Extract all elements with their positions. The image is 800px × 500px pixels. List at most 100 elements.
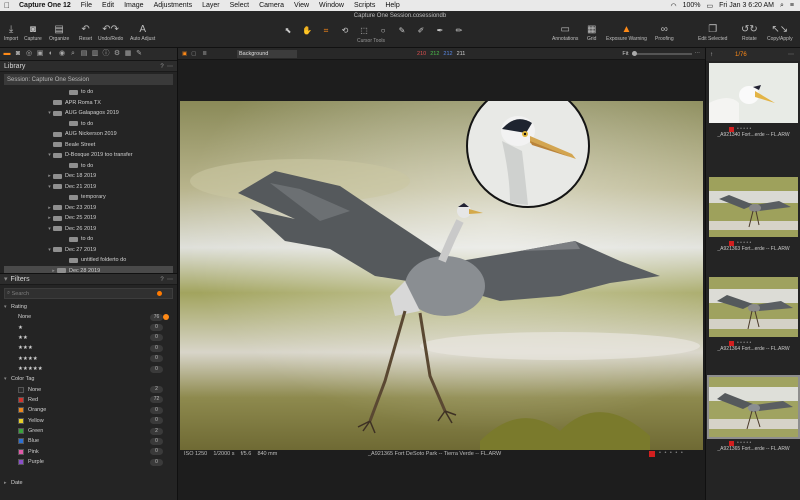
rating-collapse-icon[interactable]: ▾ xyxy=(4,304,11,310)
folder-item[interactable]: temporary xyxy=(0,192,177,203)
picker-tool-icon[interactable]: ✒ xyxy=(432,25,448,37)
rating-filter-row[interactable]: ★★ 0 xyxy=(0,333,177,343)
folder-item[interactable]: ▸ Dec 28 2019 xyxy=(4,265,173,273)
output-tab-icon[interactable]: ⚙ xyxy=(113,50,121,58)
disclosure-arrow-icon[interactable]: ▾ xyxy=(46,247,53,253)
colortag-filter-row[interactable]: Purple 0 xyxy=(0,457,177,467)
search-clear-icon[interactable] xyxy=(157,291,162,296)
zoom-fit-label[interactable]: Fit xyxy=(622,51,628,57)
folder-item[interactable]: ▾ AUG Galapagos 2019 xyxy=(0,108,177,119)
rating-filter-row[interactable]: None 76 xyxy=(0,312,177,322)
zoom-options-icon[interactable]: ⋯ xyxy=(695,51,701,57)
disclosure-arrow-icon[interactable]: ▾ xyxy=(46,184,53,190)
capture-button[interactable]: ◙ Capture xyxy=(24,23,42,42)
colortag-header[interactable]: ▾ Color Tag xyxy=(0,374,177,384)
lens-tab-icon[interactable]: ◎ xyxy=(25,50,33,58)
local-adjust-tab-icon[interactable]: ▤ xyxy=(80,50,88,58)
menu-scripts[interactable]: Scripts xyxy=(349,2,380,9)
folder-item[interactable]: ▸ Dec 23 2019 xyxy=(0,203,177,214)
folder-item[interactable]: ▸ Dec 25 2019 xyxy=(0,213,177,224)
filters-section-header[interactable]: ▾ Filters ? ⋯ xyxy=(0,274,177,285)
rating-filter-row[interactable]: ★★★★★ 0 xyxy=(0,364,177,374)
date-filter-header[interactable]: ▸ Date xyxy=(0,478,177,488)
metadata-tab-icon[interactable]: ⓘ xyxy=(102,50,110,58)
colortag-filter-row[interactable]: Green 2 xyxy=(0,426,177,436)
colortag-filter-row[interactable]: Pink 0 xyxy=(0,447,177,457)
disclosure-arrow-icon[interactable]: ▸ xyxy=(46,205,53,211)
filters-search-input[interactable]: ⌕ Search ⚙ xyxy=(4,288,173,299)
filmstrip-nav-icon[interactable]: ↑ xyxy=(710,52,713,58)
thumbnail-1[interactable]: • • • • • _A921340 Fort...erde -- FL.ARW xyxy=(709,63,798,138)
pointer-tool-icon[interactable]: ⬉ xyxy=(280,25,296,37)
main-photo[interactable] xyxy=(180,101,703,450)
folder-item[interactable]: to do xyxy=(0,161,177,172)
layers-icon[interactable]: ≣ xyxy=(202,51,207,57)
auto-adjust-button[interactable]: A Auto Adjust xyxy=(130,23,155,42)
menu-app[interactable]: Capture One 12 xyxy=(14,2,76,9)
exposure-warning-button[interactable]: ▲ Exposure Warning xyxy=(606,23,647,42)
annotations-button[interactable]: ▭ Annotations xyxy=(552,23,578,42)
colortag-filter-row[interactable]: None 2 xyxy=(0,384,177,394)
reset-button[interactable]: ↶ Reset xyxy=(79,23,92,42)
copy-apply-button[interactable]: ↖↘ Copy/Apply xyxy=(767,23,793,42)
search-icon[interactable]: ⌕ xyxy=(780,2,784,10)
library-tab-icon[interactable]: ▬ xyxy=(3,50,11,58)
filmstrip-options-icon[interactable]: ⋯ xyxy=(788,51,794,58)
layer-select[interactable]: Background xyxy=(237,49,298,58)
rating-filter-row[interactable]: ★★★★ 0 xyxy=(0,354,177,364)
organize-button[interactable]: ▤ Organize xyxy=(49,23,69,42)
annotate-tool-icon[interactable]: ✏ xyxy=(451,25,467,37)
composition-tab-icon[interactable]: ▣ xyxy=(36,50,44,58)
edit-selected-button[interactable]: ❐ Edit Selected xyxy=(698,23,727,42)
thumbnail-3[interactable]: • • • • • _A921364 Fort...erde -- FL.ARW xyxy=(709,277,798,352)
rating-filter-row[interactable]: ★ 0 xyxy=(0,322,177,332)
colortag-filter-row[interactable]: Blue 0 xyxy=(0,436,177,446)
apple-icon[interactable]:  xyxy=(0,1,14,10)
session-selector[interactable]: Session: Capture One Session + xyxy=(4,74,173,85)
filters-help-icon[interactable]: ? ⋯ xyxy=(160,276,173,283)
colortag-filter-row[interactable]: Red 72 xyxy=(0,395,177,405)
rating-dots[interactable]: • • • • • xyxy=(659,450,684,456)
spot-removal-icon[interactable]: ○ xyxy=(375,25,391,37)
folder-item[interactable]: ▸ Dec 18 2019 xyxy=(0,171,177,182)
menu-extras-icon[interactable]: ≡ xyxy=(790,2,794,9)
folder-item[interactable]: to do xyxy=(0,119,177,130)
crop-tool-icon[interactable]: ⌗ xyxy=(318,25,334,37)
folder-item[interactable]: ▾ D-Bosque 2019 too transfer xyxy=(0,150,177,161)
brush-tool-icon[interactable]: ✎ xyxy=(394,25,410,37)
thumbnail-4-selected[interactable]: • • • • • _A921365 Fort...erde -- FL.ARW xyxy=(707,375,800,452)
grid-button[interactable]: ▦ Grid xyxy=(587,23,596,42)
disclosure-arrow-icon[interactable]: ▸ xyxy=(50,268,57,273)
folder-item[interactable]: ▾ Dec 27 2019 xyxy=(0,245,177,256)
colortag-collapse-icon[interactable]: ▾ xyxy=(4,376,11,382)
colortag-filter-row[interactable]: Orange 0 xyxy=(0,405,177,415)
disclosure-arrow-icon[interactable]: ▾ xyxy=(46,110,53,116)
proofing-button[interactable]: ∞ Proofing xyxy=(655,23,674,42)
styles-tab-icon[interactable]: ✎ xyxy=(135,50,143,58)
adjustments-tab-icon[interactable]: ▥ xyxy=(91,50,99,58)
capture-tab-icon[interactable]: ◙ xyxy=(14,50,22,58)
color-tag-badge[interactable] xyxy=(649,451,655,457)
folder-item[interactable]: APR Roma TX xyxy=(0,98,177,109)
thumbnail-2[interactable]: • • • • • _A921363 Fort...erde -- FL.ARW xyxy=(709,177,798,252)
exposure-tab-icon[interactable]: ◐ xyxy=(47,50,55,58)
menu-help[interactable]: Help xyxy=(380,2,404,9)
undo-redo-button[interactable]: ↶↷ Undo/Redo xyxy=(98,23,123,42)
menu-view[interactable]: View xyxy=(289,2,314,9)
library-help-icon[interactable]: ? ⋯ xyxy=(160,63,173,70)
folder-item[interactable]: Beale Street xyxy=(0,140,177,151)
batch-tab-icon[interactable]: ▦ xyxy=(124,50,132,58)
folder-item[interactable]: to do xyxy=(0,87,177,98)
menubar-clock[interactable]: Fri Jan 3 6:20 AM xyxy=(719,2,774,9)
library-section-header[interactable]: Library ? ⋯ xyxy=(0,61,177,72)
zoom-slider[interactable] xyxy=(631,50,692,56)
menu-window[interactable]: Window xyxy=(314,2,349,9)
filters-collapse-icon[interactable]: ▾ xyxy=(4,275,8,283)
menu-file[interactable]: File xyxy=(76,2,97,9)
rating-header[interactable]: ▾ Rating xyxy=(0,302,177,312)
details-tab-icon[interactable]: ⌕ xyxy=(69,50,77,58)
folder-item[interactable]: untitled folderto do xyxy=(0,255,177,266)
menu-camera[interactable]: Camera xyxy=(254,2,289,9)
multi-view-icon[interactable]: ▢ xyxy=(191,51,196,57)
date-expand-icon[interactable]: ▸ xyxy=(4,480,11,486)
